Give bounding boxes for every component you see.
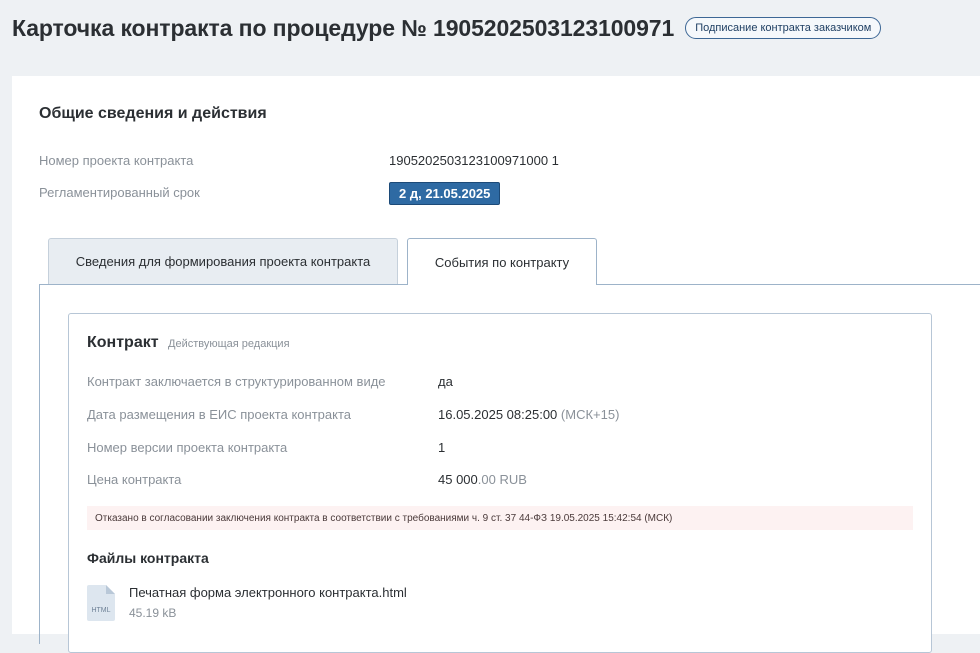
structured-value: да <box>438 374 453 389</box>
price-value: 45 000.00 RUB <box>438 472 527 487</box>
contract-edition: Действующая редакция <box>168 338 290 350</box>
price-label: Цена контракта <box>87 472 182 487</box>
publish-date-value: 16.05.2025 08:25:00 (МСК+15) <box>438 407 619 422</box>
file-link[interactable]: Печатная форма электронного контракта.ht… <box>129 585 407 600</box>
html-file-icon[interactable]: HTML <box>87 585 115 621</box>
tab-contract-draft-info[interactable]: Сведения для формирования проекта контра… <box>48 238 398 284</box>
price-fraction-currency: .00 RUB <box>477 472 527 487</box>
publish-date-label: Дата размещения в ЕИС проекта контракта <box>87 407 351 422</box>
version-label: Номер версии проекта контракта <box>87 440 288 455</box>
rejection-alert: Отказано в согласовании заключения контр… <box>87 506 913 530</box>
status-badge: Подписание контракта заказчиком <box>685 17 882 39</box>
page-title: Карточка контракта по процедуре № 190520… <box>12 14 675 41</box>
page-header: Карточка контракта по процедуре № 190520… <box>12 10 882 46</box>
file-size: 45.19 kB <box>129 606 177 620</box>
publish-date-timezone: (МСК+15) <box>560 407 620 422</box>
project-number-label: Номер проекта контракта <box>39 153 194 168</box>
section-title-general: Общие сведения и действия <box>39 105 267 122</box>
main-card: Общие сведения и действия Номер проекта … <box>12 76 980 653</box>
contract-card: Контракт Действующая редакция Контракт з… <box>68 313 932 653</box>
price-integer: 45 000 <box>438 472 478 487</box>
file-type-label: HTML <box>91 607 110 614</box>
contract-title: Контракт <box>87 334 159 351</box>
tab-contract-events[interactable]: События по контракту <box>407 238 597 285</box>
files-title: Файлы контракта <box>87 550 209 566</box>
project-number-value: 1905202503123100971000 1 <box>389 153 559 168</box>
deadline-label: Регламентированный срок <box>39 185 200 200</box>
tab-panel-contract-events: Контракт Действующая редакция Контракт з… <box>39 284 980 653</box>
deadline-badge: 2 д, 21.05.2025 <box>389 182 501 205</box>
version-value: 1 <box>438 440 446 455</box>
publish-date-text: 16.05.2025 08:25:00 <box>438 407 558 422</box>
structured-label: Контракт заключается в структурированном… <box>87 374 386 389</box>
